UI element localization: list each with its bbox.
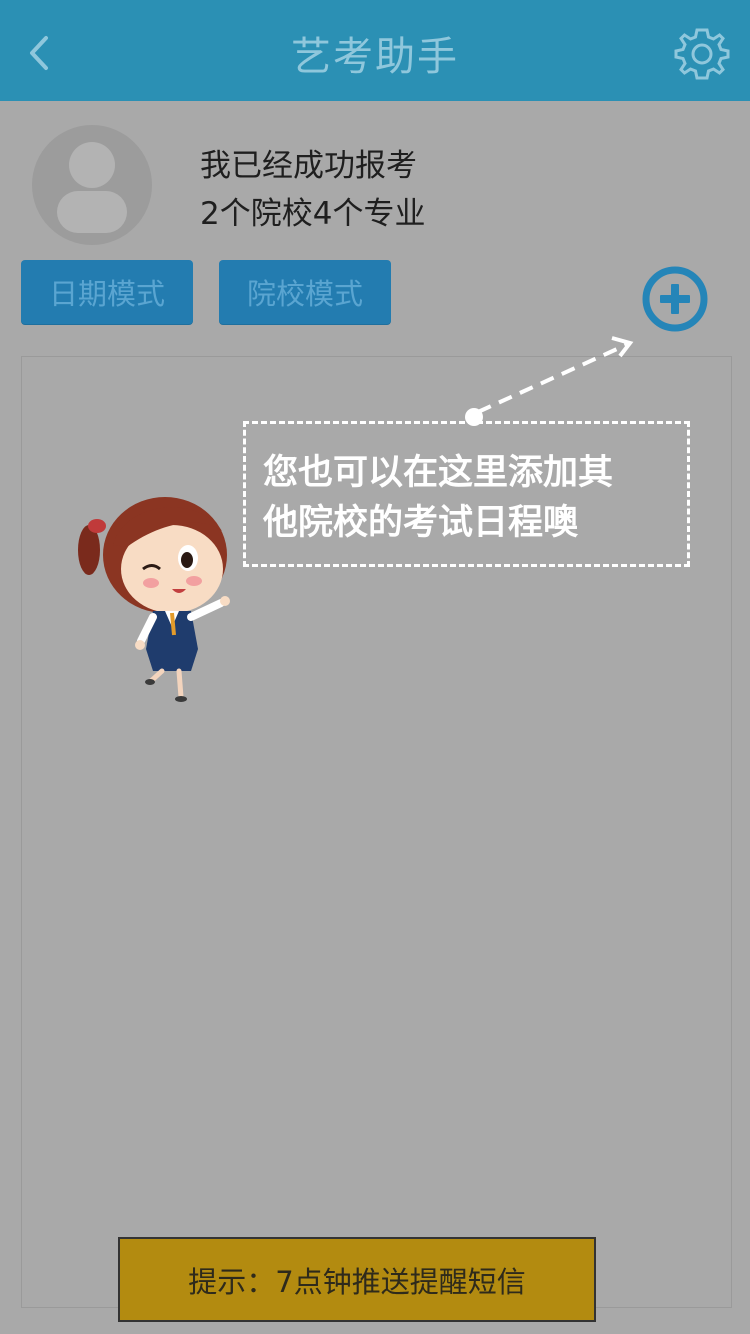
date-mode-button[interactable]: 日期模式 [21,260,193,324]
registered-count: 2个院校4个专业 [200,196,426,232]
app-header: 艺考助手 [0,0,750,101]
registered-status: 我已经成功报考 [200,148,417,184]
guide-tip: 您也可以在这里添加其 他院校的考试日程噢 [243,421,690,567]
reminder-notice: 提示：7点钟推送提醒短信 [118,1237,596,1322]
pointer-arrow-icon [477,336,634,414]
school-mode-button[interactable]: 院校模式 [219,260,391,324]
user-silhouette-icon [57,142,127,233]
plus-circle-icon[interactable] [640,264,710,334]
guide-character-illustration [78,497,230,702]
avatar [32,125,152,245]
guide-tip-line-1: 您也可以在这里添加其 [263,453,614,493]
gear-icon[interactable] [672,24,732,84]
guide-tip-line-2: 他院校的考试日程噢 [263,503,579,543]
page-title: 艺考助手 [291,34,459,80]
